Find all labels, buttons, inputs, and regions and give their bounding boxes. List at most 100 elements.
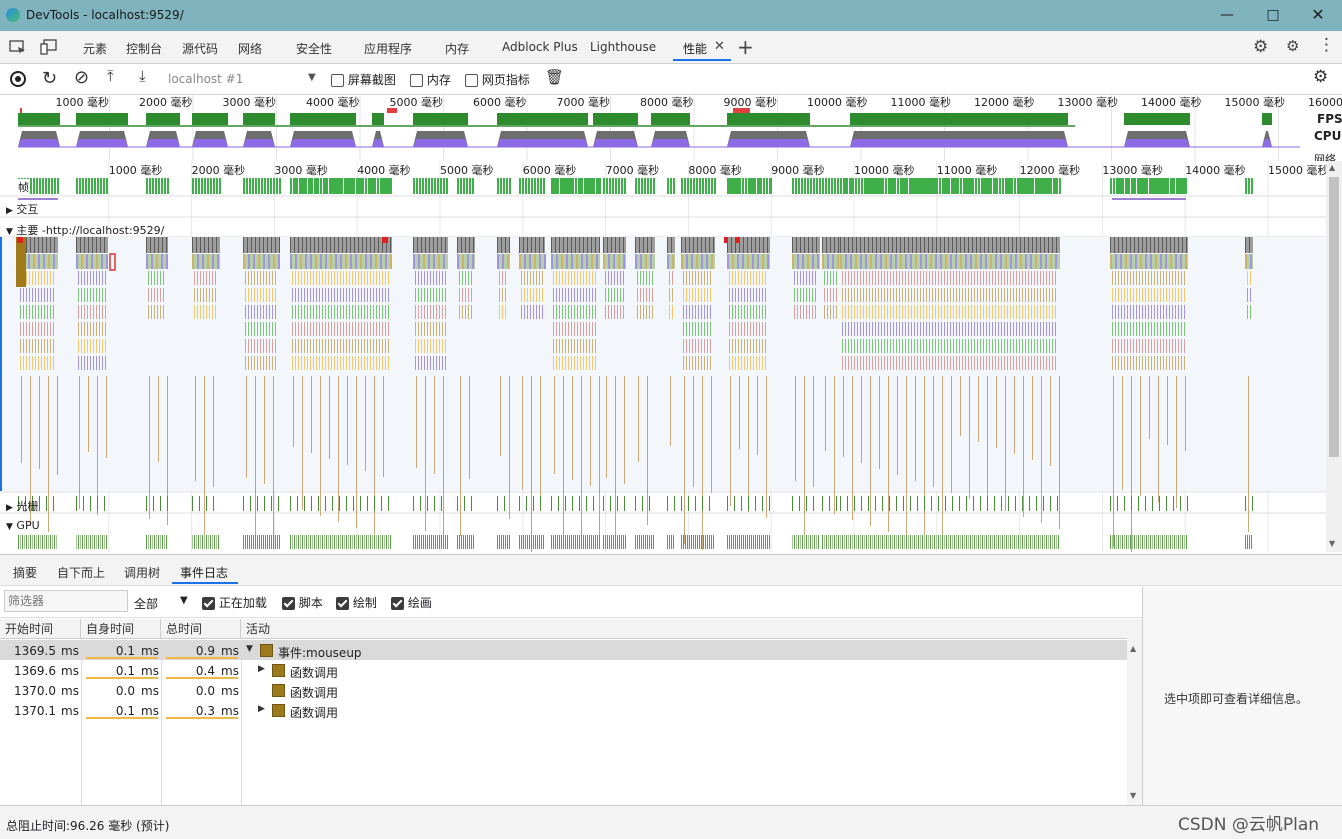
memory-checkbox[interactable]: 内存 — [410, 71, 451, 88]
raster-bar — [1050, 496, 1051, 511]
category-select[interactable]: 全部 — [134, 595, 158, 612]
task-divider — [960, 237, 961, 253]
tab-adblock[interactable]: Adblock Plus — [502, 40, 578, 54]
total-time-unit: ms — [221, 684, 241, 698]
cpu-scripting-area — [243, 139, 275, 147]
tab-security[interactable]: 安全性 — [296, 40, 332, 57]
tab-memory[interactable]: 内存 — [445, 40, 469, 57]
flame-slice — [565, 288, 566, 302]
column-total-time[interactable]: 总时间 — [161, 619, 241, 639]
flame-slice — [932, 288, 933, 302]
scrollbar-thumb[interactable] — [1329, 177, 1339, 457]
column-activity[interactable]: 活动 — [241, 619, 1127, 639]
inspect-element-icon[interactable] — [9, 39, 27, 59]
flame-slice — [328, 288, 329, 302]
gpu-bar — [669, 535, 670, 549]
tab-network[interactable]: 网络 — [238, 40, 262, 57]
gpu-track-header[interactable]: ▼ GPU — [6, 519, 40, 532]
category-chevron-icon[interactable]: ▼ — [180, 595, 188, 606]
interactions-track-header[interactable]: ▶ 交互 — [6, 201, 38, 217]
maximize-icon[interactable]: □ — [1265, 7, 1281, 23]
close-window-icon[interactable]: ✕ — [1310, 7, 1326, 23]
more-options-icon[interactable]: ⋮ — [1318, 35, 1335, 55]
tab-elements[interactable]: 元素 — [83, 40, 107, 57]
tab-performance[interactable]: 性能 — [683, 40, 707, 57]
profile-select[interactable]: localhost #1 — [168, 72, 243, 86]
scroll-down-icon[interactable]: ▼ — [1329, 539, 1335, 548]
raster-bar — [702, 496, 703, 511]
expand-triangle-icon[interactable]: ▶ — [258, 704, 265, 714]
flame-slice — [96, 288, 97, 302]
gpu-bar — [687, 535, 688, 549]
gpu-bar — [565, 535, 566, 549]
loading-checkbox[interactable]: 正在加载 — [202, 594, 267, 611]
flame-slice — [989, 356, 990, 370]
column-start-time[interactable]: 开始时间 — [0, 619, 81, 639]
raster-bar — [635, 496, 636, 511]
screenshots-checkbox[interactable]: 屏幕截图 — [331, 71, 396, 88]
gpu-bar — [563, 535, 564, 549]
close-tab-icon[interactable]: ✕ — [714, 39, 725, 54]
function-call-bar — [1145, 254, 1147, 269]
clear-icon[interactable]: ⊘ — [74, 67, 89, 88]
flame-slice — [542, 271, 543, 285]
flame-slice — [41, 288, 42, 302]
reload-record-icon[interactable]: ↻ — [42, 68, 57, 89]
main-thread-track-header[interactable]: ▼ 主要 -http://localhost:9529/ — [6, 222, 164, 238]
minimize-icon[interactable]: — — [1219, 7, 1235, 23]
garbage-collect-icon[interactable]: 🗑 — [545, 68, 564, 86]
painting-checkbox[interactable]: 绘画 — [391, 594, 432, 611]
flame-slice — [998, 356, 999, 370]
record-icon[interactable] — [10, 71, 26, 87]
grid-scroll-up-icon[interactable]: ▲ — [1130, 644, 1136, 653]
column-self-time[interactable]: 自身时间 — [81, 619, 161, 639]
raster-track-header[interactable]: ▶ 光栅 — [6, 498, 38, 514]
customize-icon[interactable]: ⚙ — [1286, 37, 1299, 55]
gpu-bar — [505, 535, 506, 549]
frame-bar — [1005, 178, 1008, 194]
rendering-checkbox[interactable]: 绘制 — [336, 594, 377, 611]
gpu-bar — [966, 535, 967, 549]
tab-bottom-up[interactable]: 自下而上 — [57, 564, 105, 581]
tab-lighthouse[interactable]: Lighthouse — [590, 40, 656, 54]
scroll-up-icon[interactable]: ▲ — [1329, 163, 1335, 172]
gpu-bar — [1036, 535, 1037, 549]
chevron-down-icon[interactable]: ▼ — [308, 72, 316, 83]
table-row[interactable]: 1370.1 ms 0.1 ms 0.3 ms ▶ 函数调用 — [0, 700, 1127, 720]
tab-console[interactable]: 控制台 — [126, 40, 162, 57]
table-row[interactable]: 1369.5 ms 0.1 ms 0.9 ms ▼ 事件:mouseup — [0, 640, 1127, 660]
expand-triangle-icon[interactable]: ▶ — [258, 664, 265, 674]
timeline-overview[interactable]: 1000 毫秒 2000 毫秒 3000 毫秒 4000 毫秒 5000 毫秒 6000 … — [0, 95, 1342, 162]
flame-slice — [908, 288, 909, 302]
flame-slice — [860, 322, 861, 336]
tab-event-log[interactable]: 事件日志 — [180, 564, 228, 581]
tab-summary[interactable]: 摘要 — [13, 564, 37, 581]
table-row[interactable]: 1370.0 ms 0.0 ms 0.0 ms 函数调用 — [0, 680, 1127, 700]
collapse-triangle-icon[interactable]: ▼ — [246, 644, 253, 654]
function-call-bar — [581, 254, 583, 269]
download-icon[interactable]: ⤓ — [139, 67, 146, 85]
flame-tail — [647, 376, 648, 525]
flame-slice — [1184, 322, 1185, 336]
filter-input[interactable] — [4, 590, 128, 612]
add-tab-icon[interactable]: + — [737, 35, 754, 59]
capture-settings-icon[interactable]: ⚙ — [1313, 67, 1328, 87]
device-toolbar-icon[interactable] — [40, 39, 58, 59]
flame-slice — [917, 356, 918, 370]
flame-slice — [989, 271, 990, 285]
start-time-value: 1369.6 — [0, 664, 56, 678]
upload-icon[interactable]: ⤒ — [107, 67, 114, 85]
settings-gear-icon[interactable]: ⚙ — [1253, 37, 1268, 57]
timeline-tracks[interactable]: 1000 毫秒 2000 毫秒 3000 毫秒 4000 毫秒 5000 毫秒 6000 … — [0, 161, 1326, 552]
grid-scrollbar[interactable]: ▲ ▼ — [1127, 619, 1142, 805]
flame-slice — [275, 288, 276, 302]
table-row[interactable]: 1369.6 ms 0.1 ms 0.4 ms ▶ 函数调用 — [0, 660, 1127, 680]
web-vitals-checkbox[interactable]: 网页指标 — [465, 71, 530, 88]
scripting-checkbox[interactable]: 脚本 — [282, 594, 323, 611]
tab-application[interactable]: 应用程序 — [364, 40, 412, 57]
flame-slice — [753, 356, 754, 370]
tracks-scrollbar[interactable]: ▲ ▼ — [1326, 161, 1342, 552]
tab-call-tree[interactable]: 调用树 — [124, 564, 160, 581]
tab-sources[interactable]: 源代码 — [182, 40, 218, 57]
grid-scroll-down-icon[interactable]: ▼ — [1130, 791, 1136, 800]
